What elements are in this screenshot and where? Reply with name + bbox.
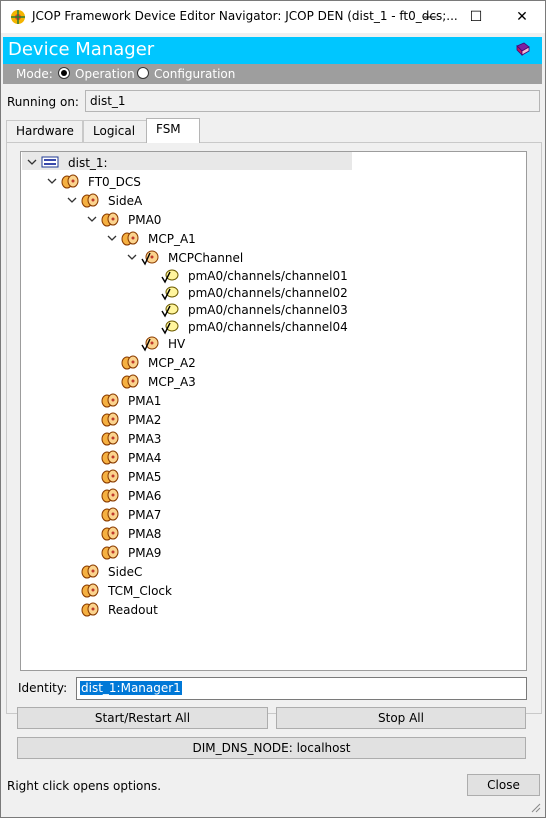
fsm-node-icon: [101, 411, 119, 428]
fsm-node-icon: [81, 601, 99, 618]
mode-label: Mode:: [16, 67, 53, 81]
chevron-down-icon[interactable]: [47, 176, 57, 186]
tree-node-label: dist_1:: [68, 156, 108, 170]
tree-node-label: MCP_A1: [148, 232, 196, 246]
tree-node-label: PMA7: [128, 508, 162, 522]
tree-node-label: PMA8: [128, 527, 162, 541]
fsm-device-icon: [161, 318, 179, 335]
tree-node-label: PMA4: [128, 451, 162, 465]
tree-node-label: PMA0: [128, 213, 162, 227]
resize-grip-icon[interactable]: [529, 801, 541, 813]
tree-node-label: PMA2: [128, 413, 162, 427]
tree-node-label: PMA9: [128, 546, 162, 560]
tree-node-label: MCP_A3: [148, 375, 196, 389]
fsm-node-icon: [101, 506, 119, 523]
status-text: Right click opens options.: [7, 779, 162, 793]
dim-dns-node-button[interactable]: DIM_DNS_NODE: localhost: [17, 737, 526, 759]
chevron-down-icon[interactable]: [67, 195, 77, 205]
fsm-node-icon: [121, 354, 139, 371]
fsm-node-icon: [101, 487, 119, 504]
tree-node-label: pmA0/channels/channel02: [188, 286, 348, 300]
fsm-node-icon: [101, 525, 119, 542]
device-manager-header: Device Manager: [3, 37, 542, 64]
fsm-node-icon: [121, 230, 139, 247]
tree-node-label: pmA0/channels/channel03: [188, 303, 348, 317]
tab-hardware[interactable]: Hardware: [6, 120, 83, 142]
fsm-node-icon: [61, 173, 79, 190]
stop-all-button[interactable]: Stop All: [276, 707, 526, 729]
tree-node-label: PMA3: [128, 432, 162, 446]
tree-node-label: PMA5: [128, 470, 162, 484]
system-icon: [41, 154, 59, 171]
start-restart-all-button[interactable]: Start/Restart All: [17, 707, 268, 729]
configuration-radio-label[interactable]: Configuration: [154, 67, 235, 81]
device-editor-window: JCOP Framework Device Editor Navigator: …: [0, 0, 546, 818]
configuration-radio[interactable]: [137, 67, 149, 79]
identity-label: Identity:: [18, 681, 68, 695]
title-bar: JCOP Framework Device Editor Navigator: …: [1, 1, 545, 33]
maximize-icon: ☐: [469, 8, 483, 25]
close-window-button[interactable]: ✕: [499, 1, 545, 32]
chevron-down-icon[interactable]: [127, 252, 137, 262]
fsm-node-icon: [101, 449, 119, 466]
close-button[interactable]: Close: [467, 774, 540, 796]
chevron-down-icon[interactable]: [27, 157, 37, 167]
maximize-button[interactable]: ☐: [453, 1, 499, 32]
fsm-node-icon: [101, 392, 119, 409]
mode-bar: Mode: Operation Configuration: [3, 64, 542, 84]
fsm-node-icon: [81, 563, 99, 580]
fsm-device-icon: [161, 284, 179, 301]
tree-node-label: FT0_DCS: [88, 175, 141, 189]
tree-node-label: TCM_Clock: [108, 584, 172, 598]
minimize-button[interactable]: —: [407, 1, 453, 32]
tree-node-label: Readout: [108, 603, 158, 617]
tab-fsm[interactable]: FSM: [146, 118, 200, 143]
tree-node-label: MCP_A2: [148, 356, 196, 370]
close-icon: ✕: [516, 8, 528, 25]
chevron-down-icon[interactable]: [107, 233, 117, 243]
identity-field[interactable]: dist_1:Manager1: [76, 677, 527, 700]
fsm-device-icon: [161, 301, 179, 318]
jcop-app-icon: [11, 10, 25, 24]
tree-node-label: PMA6: [128, 489, 162, 503]
fsm-node-icon: [101, 430, 119, 447]
operation-radio-label[interactable]: Operation: [75, 67, 135, 81]
fsm-node-icon: [101, 544, 119, 561]
fsm-node-checked-icon: [141, 335, 159, 352]
help-book-icon[interactable]: [514, 41, 532, 59]
tree-node-label: SideC: [108, 565, 143, 579]
fsm-node-icon: [121, 373, 139, 390]
fsm-tree[interactable]: dist_1: FT0_DCS SideA PMA0 MCP_A1 MCPChannel p…: [20, 151, 527, 671]
running-on-label: Running on:: [7, 95, 79, 109]
tree-node-label: PMA1: [128, 394, 162, 408]
fsm-node-icon: [101, 468, 119, 485]
fsm-device-icon: [161, 267, 179, 284]
chevron-down-icon[interactable]: [87, 214, 97, 224]
tree-node-label: SideA: [108, 194, 143, 208]
operation-radio[interactable]: [58, 67, 70, 79]
fsm-node-icon: [101, 211, 119, 228]
tab-logical[interactable]: Logical: [83, 120, 147, 142]
tree-node-label: MCPChannel: [168, 251, 244, 265]
fsm-node-icon: [81, 192, 99, 209]
page-title: Device Manager: [8, 39, 155, 60]
fsm-node-checked-icon: [141, 249, 159, 266]
identity-value: dist_1:Manager1: [80, 681, 182, 695]
tree-node-label: pmA0/channels/channel04: [188, 320, 348, 334]
window-title: JCOP Framework Device Editor Navigator: …: [32, 9, 458, 23]
tree-node-label: pmA0/channels/channel01: [188, 269, 348, 283]
fsm-node-icon: [81, 582, 99, 599]
minimize-icon: —: [423, 8, 437, 25]
running-on-field: dist_1: [85, 90, 540, 112]
tree-node-label: HV: [168, 337, 186, 351]
